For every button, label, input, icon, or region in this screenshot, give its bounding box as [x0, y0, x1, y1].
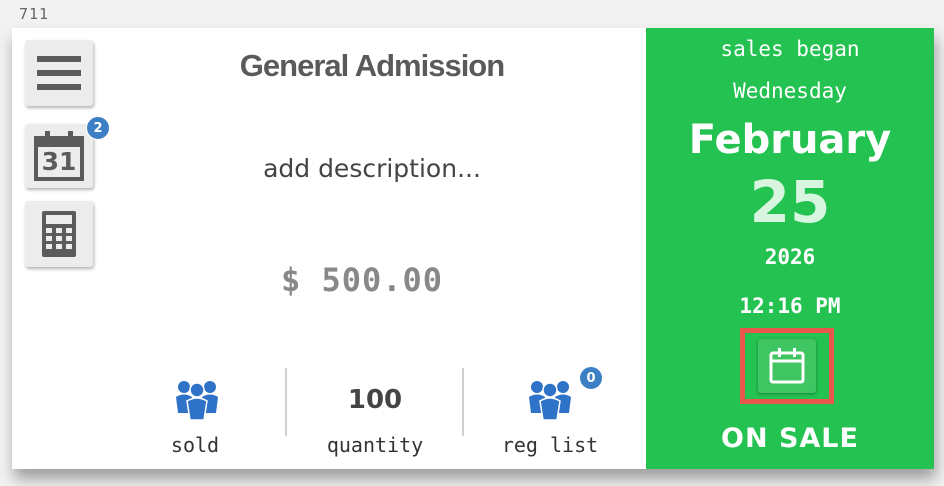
sales-date-picker-button[interactable] — [758, 339, 816, 393]
ticket-price[interactable]: $ 500.00 — [152, 261, 572, 299]
sales-time: 12:16 PM — [739, 294, 841, 318]
calendar-icon — [769, 348, 805, 384]
ticket-title[interactable]: General Admission — [152, 48, 592, 84]
sales-weekday: Wednesday — [733, 79, 847, 103]
sales-month: February — [688, 117, 892, 163]
sales-status-panel: sales began Wednesday February 25 2026 1… — [646, 28, 934, 469]
sales-day: 25 — [749, 168, 831, 236]
sold-label: sold — [170, 433, 220, 457]
reg-list-count-badge: 0 — [579, 366, 603, 390]
reg-list-people-icon[interactable] — [528, 378, 572, 424]
calendar-count-badge: 2 — [86, 116, 110, 140]
calendar-day-number: 31 — [41, 147, 77, 176]
sales-year: 2026 — [764, 245, 816, 269]
sales-began-label: sales began — [720, 37, 860, 61]
calculator-button[interactable] — [25, 201, 93, 267]
quantity-label: quantity — [326, 433, 424, 457]
calendar-button[interactable]: 31 — [25, 124, 93, 188]
sales-date-picker-highlight[interactable] — [740, 328, 834, 404]
stats-divider-2 — [462, 368, 464, 436]
hamburger-menu-icon — [37, 56, 81, 90]
sold-people-icon[interactable] — [175, 378, 219, 424]
quantity-value[interactable]: 100 — [285, 385, 465, 415]
description-field[interactable]: add description... — [152, 154, 592, 183]
calendar-31-icon: 31 — [34, 131, 84, 181]
reg-list-label: reg list — [501, 433, 599, 457]
on-sale-status: ON SALE — [721, 423, 859, 454]
card-id: 711 — [19, 5, 50, 23]
ticket-card: 31 2 General Admission add description..… — [12, 28, 934, 469]
calculator-icon — [42, 211, 76, 257]
menu-button[interactable] — [25, 40, 93, 106]
